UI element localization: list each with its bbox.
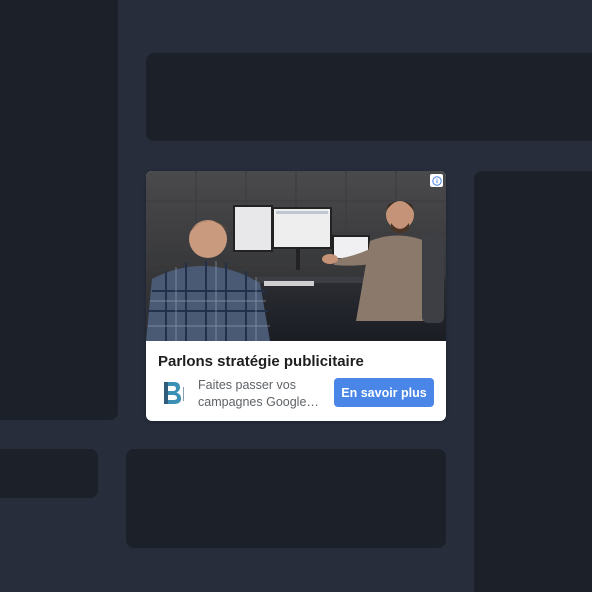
advertiser-logo[interactable] bbox=[158, 379, 186, 407]
ad-description-line: campagnes Google… bbox=[198, 395, 319, 409]
ad-headline[interactable]: Parlons stratégie publicitaire bbox=[158, 353, 364, 370]
ad-choices-button[interactable] bbox=[430, 174, 443, 187]
placeholder-block bbox=[126, 449, 446, 548]
ad-card[interactable]: Parlons stratégie publicitaire Faites pa… bbox=[146, 171, 446, 421]
learn-more-button[interactable]: En savoir plus bbox=[334, 378, 434, 407]
placeholder-block bbox=[474, 171, 592, 592]
placeholder-block bbox=[0, 0, 118, 420]
page-background: Parlons stratégie publicitaire Faites pa… bbox=[0, 0, 592, 592]
placeholder-block bbox=[0, 449, 98, 498]
info-icon bbox=[431, 175, 442, 186]
ad-image[interactable] bbox=[146, 171, 446, 341]
ad-description-line: Faites passer vos bbox=[198, 378, 296, 392]
ad-description[interactable]: Faites passer vos campagnes Google… bbox=[198, 377, 326, 411]
placeholder-block bbox=[146, 53, 592, 141]
